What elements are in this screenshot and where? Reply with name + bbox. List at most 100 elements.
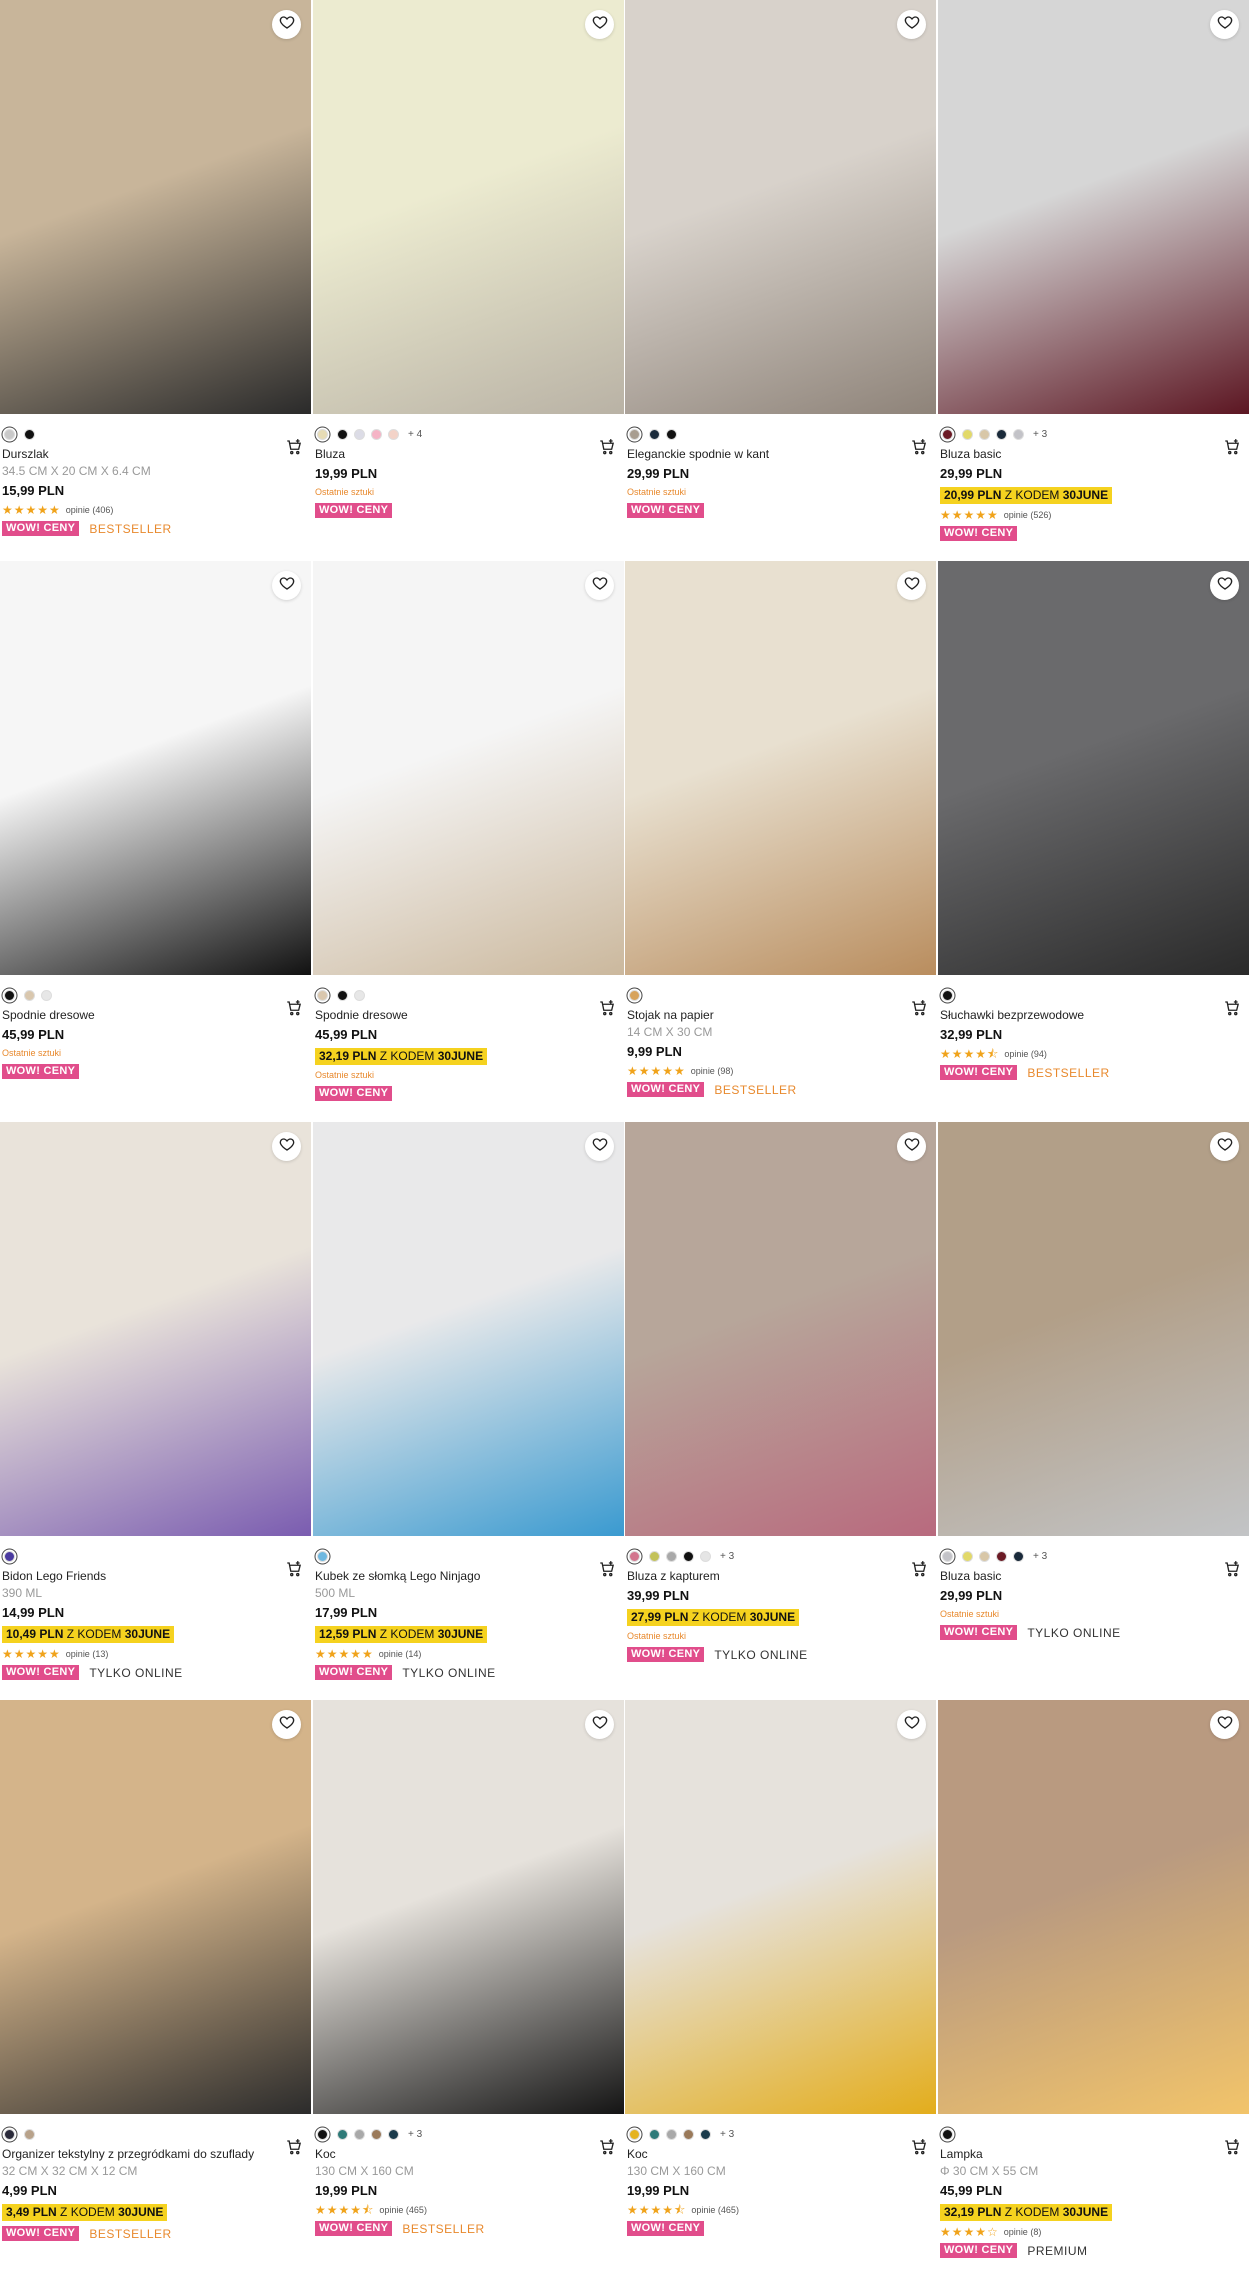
product-card[interactable]: + 3 Bluza basic 29,99 PLN Ostatnie sztuki WO… bbox=[938, 1122, 1249, 1640]
product-image[interactable] bbox=[313, 1122, 624, 1536]
color-swatch[interactable] bbox=[962, 1550, 973, 1562]
color-swatch[interactable] bbox=[388, 428, 399, 440]
product-card[interactable]: + 3 Koc 130 CM X 160 CM 19,99 PLN ★★★★⯪ opini… bbox=[625, 1700, 936, 2236]
favorite-button[interactable] bbox=[1210, 1710, 1239, 1739]
color-swatch[interactable] bbox=[371, 428, 382, 440]
product-image[interactable] bbox=[313, 0, 624, 414]
review-count[interactable]: opinie (465) bbox=[691, 2205, 739, 2215]
add-to-cart-icon[interactable] bbox=[285, 438, 303, 456]
review-count[interactable]: opinie (406) bbox=[66, 505, 114, 515]
color-swatch[interactable] bbox=[24, 2128, 35, 2140]
product-image[interactable] bbox=[625, 561, 936, 975]
product-card[interactable]: + 3 Bluza z kapturem 39,99 PLN 27,99 PLN Z … bbox=[625, 1122, 936, 1662]
add-to-cart-icon[interactable] bbox=[910, 999, 928, 1017]
product-name[interactable]: Koc bbox=[627, 2147, 934, 2162]
favorite-button[interactable] bbox=[897, 1710, 926, 1739]
product-image[interactable] bbox=[938, 0, 1249, 414]
add-to-cart-icon[interactable] bbox=[1223, 2138, 1241, 2156]
color-swatch[interactable] bbox=[962, 428, 973, 440]
color-swatch[interactable] bbox=[317, 2128, 328, 2140]
color-swatch[interactable] bbox=[317, 428, 328, 440]
more-colors-count[interactable]: + 3 bbox=[720, 1551, 734, 1562]
add-to-cart-icon[interactable] bbox=[285, 999, 303, 1017]
add-to-cart-icon[interactable] bbox=[598, 999, 616, 1017]
more-colors-count[interactable]: + 3 bbox=[1033, 1551, 1047, 1562]
color-swatch[interactable] bbox=[666, 1550, 677, 1562]
favorite-button[interactable] bbox=[1210, 571, 1239, 600]
add-to-cart-icon[interactable] bbox=[910, 1560, 928, 1578]
color-swatch[interactable] bbox=[942, 1550, 953, 1562]
favorite-button[interactable] bbox=[272, 1710, 301, 1739]
product-image[interactable] bbox=[938, 1122, 1249, 1536]
product-image[interactable] bbox=[0, 1122, 311, 1536]
color-swatch[interactable] bbox=[996, 1550, 1007, 1562]
color-swatch[interactable] bbox=[371, 2128, 382, 2140]
color-swatch[interactable] bbox=[354, 2128, 365, 2140]
product-image[interactable] bbox=[625, 1700, 936, 2114]
color-swatch[interactable] bbox=[4, 2128, 15, 2140]
color-swatch[interactable] bbox=[700, 2128, 711, 2140]
product-name[interactable]: Lampka bbox=[940, 2147, 1247, 2162]
more-colors-count[interactable]: + 3 bbox=[1033, 429, 1047, 440]
review-count[interactable]: opinie (465) bbox=[379, 2205, 427, 2215]
product-name[interactable]: Spodnie dresowe bbox=[315, 1008, 622, 1023]
product-card[interactable]: Lampka Φ 30 CM X 55 CM 45,99 PLN 32,19 PLN … bbox=[938, 1700, 1249, 2258]
product-card[interactable]: Durszlak 34.5 CM X 20 CM X 6.4 CM 15,99 PL… bbox=[0, 0, 311, 536]
review-count[interactable]: opinie (98) bbox=[691, 1066, 734, 1076]
color-swatch[interactable] bbox=[942, 989, 953, 1001]
favorite-button[interactable] bbox=[897, 1132, 926, 1161]
color-swatch[interactable] bbox=[629, 1550, 640, 1562]
color-swatch[interactable] bbox=[942, 2128, 953, 2140]
color-swatch[interactable] bbox=[354, 428, 365, 440]
color-swatch[interactable] bbox=[649, 428, 660, 440]
favorite-button[interactable] bbox=[585, 571, 614, 600]
color-swatch[interactable] bbox=[683, 2128, 694, 2140]
product-name[interactable]: Bidon Lego Friends bbox=[2, 1569, 309, 1584]
product-card[interactable]: Spodnie dresowe 45,99 PLN Ostatnie sztuki W… bbox=[0, 561, 311, 1079]
color-swatch[interactable] bbox=[649, 1550, 660, 1562]
product-card[interactable]: + 4 Bluza 19,99 PLN Ostatnie sztuki WOW! CEN… bbox=[313, 0, 624, 518]
color-swatch[interactable] bbox=[1013, 428, 1024, 440]
favorite-button[interactable] bbox=[272, 571, 301, 600]
product-name[interactable]: Eleganckie spodnie w kant bbox=[627, 447, 934, 462]
add-to-cart-icon[interactable] bbox=[598, 2138, 616, 2156]
review-count[interactable]: opinie (526) bbox=[1004, 510, 1052, 520]
color-swatch[interactable] bbox=[24, 989, 35, 1001]
color-swatch[interactable] bbox=[629, 428, 640, 440]
color-swatch[interactable] bbox=[942, 428, 953, 440]
add-to-cart-icon[interactable] bbox=[910, 438, 928, 456]
product-name[interactable]: Słuchawki bezprzewodowe bbox=[940, 1008, 1247, 1023]
product-card[interactable]: Spodnie dresowe 45,99 PLN 32,19 PLN Z KODE… bbox=[313, 561, 624, 1101]
more-colors-count[interactable]: + 3 bbox=[408, 2129, 422, 2140]
product-name[interactable]: Spodnie dresowe bbox=[2, 1008, 309, 1023]
product-image[interactable] bbox=[0, 561, 311, 975]
color-swatch[interactable] bbox=[629, 2128, 640, 2140]
color-swatch[interactable] bbox=[4, 428, 15, 440]
favorite-button[interactable] bbox=[272, 10, 301, 39]
color-swatch[interactable] bbox=[337, 989, 348, 1001]
color-swatch[interactable] bbox=[1013, 1550, 1024, 1562]
color-swatch[interactable] bbox=[649, 2128, 660, 2140]
product-card[interactable]: Kubek ze słomką Lego Ninjago 500 ML 17,99 … bbox=[313, 1122, 624, 1680]
product-image[interactable] bbox=[313, 1700, 624, 2114]
product-name[interactable]: Bluza bbox=[315, 447, 622, 462]
product-card[interactable]: Organizer tekstylny z przegródkami do sz… bbox=[0, 1700, 311, 2241]
add-to-cart-icon[interactable] bbox=[598, 1560, 616, 1578]
product-name[interactable]: Stojak na papier bbox=[627, 1008, 934, 1023]
add-to-cart-icon[interactable] bbox=[1223, 1560, 1241, 1578]
add-to-cart-icon[interactable] bbox=[285, 1560, 303, 1578]
color-swatch[interactable] bbox=[354, 989, 365, 1001]
add-to-cart-icon[interactable] bbox=[598, 438, 616, 456]
product-name[interactable]: Koc bbox=[315, 2147, 622, 2162]
product-image[interactable] bbox=[313, 561, 624, 975]
color-swatch[interactable] bbox=[4, 989, 15, 1001]
product-name[interactable]: Bluza z kapturem bbox=[627, 1569, 934, 1584]
color-swatch[interactable] bbox=[388, 2128, 399, 2140]
product-name[interactable]: Organizer tekstylny z przegródkami do sz… bbox=[2, 2147, 309, 2162]
add-to-cart-icon[interactable] bbox=[1223, 438, 1241, 456]
product-image[interactable] bbox=[0, 1700, 311, 2114]
color-swatch[interactable] bbox=[683, 1550, 694, 1562]
favorite-button[interactable] bbox=[272, 1132, 301, 1161]
review-count[interactable]: opinie (14) bbox=[379, 1649, 422, 1659]
product-image[interactable] bbox=[0, 0, 311, 414]
